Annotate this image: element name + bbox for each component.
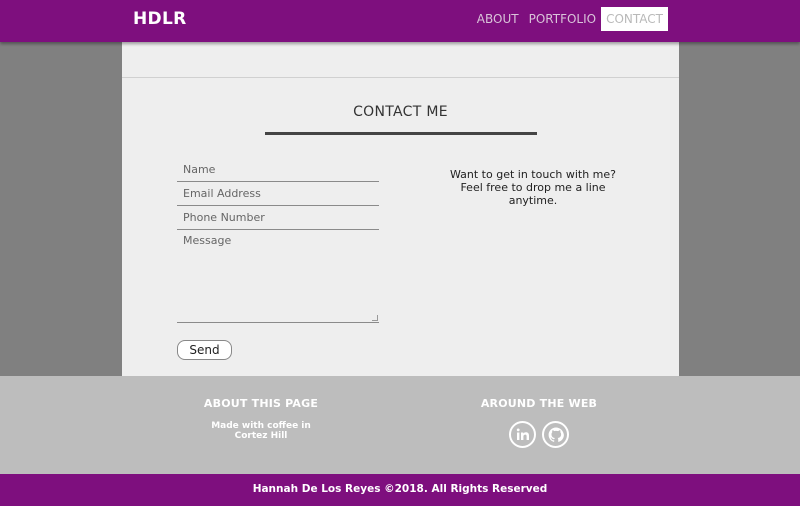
brand-logo[interactable]: HDLR	[133, 9, 186, 29]
intro-line: Want to get in touch with me?	[449, 168, 616, 181]
github-glyph	[548, 427, 564, 442]
nav-item-about[interactable]: ABOUT	[472, 7, 524, 31]
divider	[122, 77, 679, 78]
section-title: CONTACT ME	[353, 104, 448, 120]
copyright-text: Hannah De Los Reyes ©2018. All Rights Re…	[252, 483, 548, 495]
footer: ABOUT THIS PAGE Made with coffee in Cort…	[0, 376, 800, 474]
contact-intro: Want to get in touch with me? Feel free …	[442, 168, 624, 207]
resize-handle-icon[interactable]	[372, 315, 378, 321]
linkedin-glyph	[516, 428, 529, 440]
nav-item-contact[interactable]: CONTACT	[601, 7, 668, 31]
linkedin-icon[interactable]	[509, 421, 536, 448]
nav-menu: ABOUT PORTFOLIO CONTACT	[472, 7, 668, 31]
about-text: Made with coffee in Cortez Hill	[199, 421, 323, 441]
about-line: Made with coffee in	[211, 421, 311, 431]
phone-field[interactable]	[177, 206, 379, 230]
about-line: Cortez Hill	[234, 431, 288, 441]
intro-line: anytime.	[508, 194, 558, 207]
message-field[interactable]	[177, 231, 379, 323]
navbar: HDLR ABOUT PORTFOLIO CONTACT	[0, 0, 800, 42]
about-heading: ABOUT THIS PAGE	[203, 397, 319, 410]
send-button[interactable]: Send	[177, 340, 232, 360]
name-field[interactable]	[177, 158, 379, 182]
intro-line: Feel free to drop me a line	[460, 181, 606, 194]
nav-item-portfolio[interactable]: PORTFOLIO	[524, 7, 602, 31]
web-heading: AROUND THE WEB	[480, 397, 598, 410]
github-icon[interactable]	[542, 421, 569, 448]
contact-section: CONTACT ME Send Want to get in touch wit…	[122, 42, 679, 376]
copyright-bar: Hannah De Los Reyes ©2018. All Rights Re…	[0, 474, 800, 506]
title-underline	[265, 132, 537, 135]
email-field[interactable]	[177, 182, 379, 206]
